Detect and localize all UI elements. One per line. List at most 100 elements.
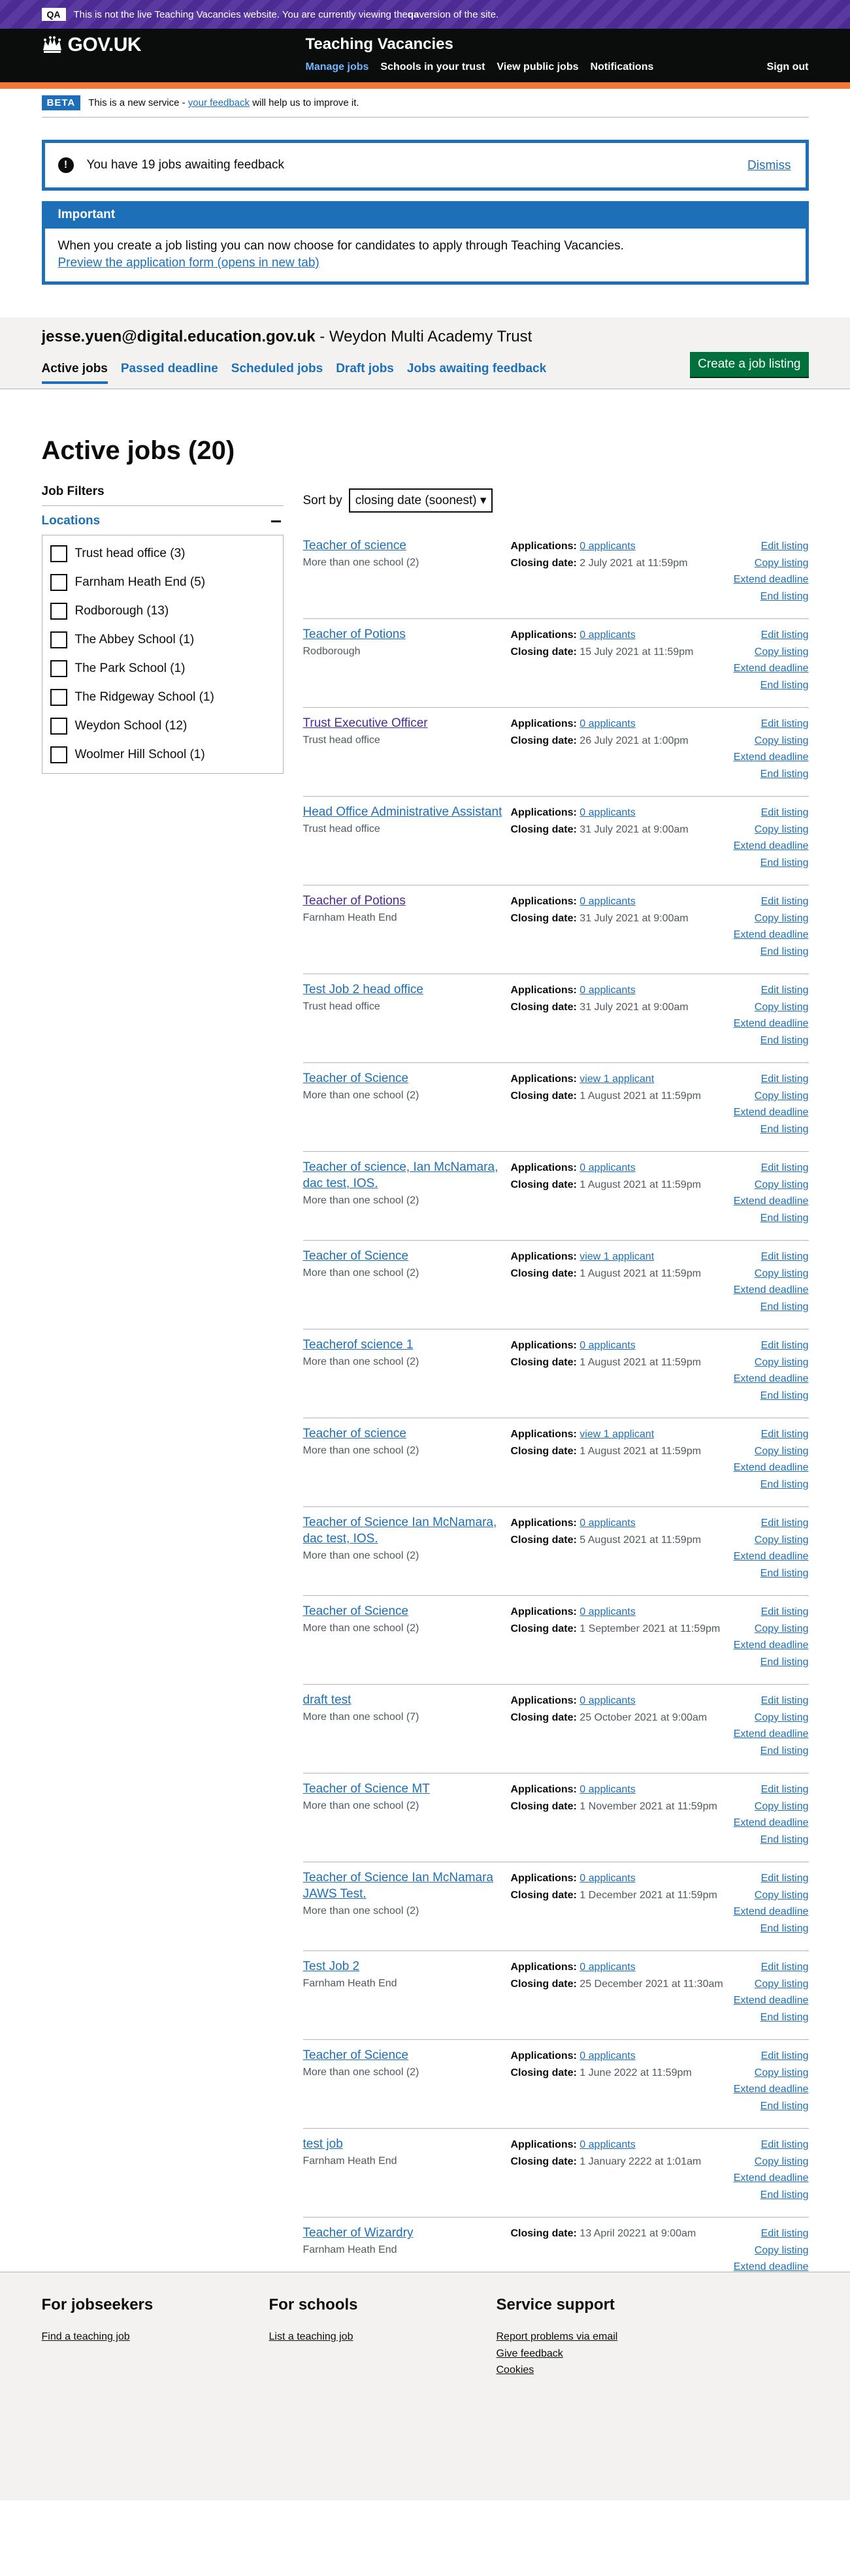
edit-listing-link[interactable]: Edit listing — [734, 1870, 809, 1887]
end-listing-link[interactable]: End listing — [734, 766, 809, 783]
end-listing-link[interactable]: End listing — [734, 677, 809, 694]
edit-listing-link[interactable]: Edit listing — [734, 804, 809, 821]
extend-deadline-link[interactable]: Extend deadline — [734, 1726, 809, 1743]
job-title-link[interactable]: Teacher of science — [303, 1427, 406, 1440]
location-filter-item[interactable]: Rodborough (13) — [50, 597, 275, 626]
applicants-link[interactable]: 0 applicants — [580, 1606, 635, 1617]
extend-deadline-link[interactable]: Extend deadline — [734, 2081, 809, 2098]
extend-deadline-link[interactable]: Extend deadline — [734, 1903, 809, 1920]
locations-toggle[interactable]: Locations — [42, 514, 284, 528]
footer-link[interactable]: List a teaching job — [269, 2329, 358, 2345]
nav-view-public-jobs[interactable]: View public jobs — [497, 61, 578, 73]
copy-listing-link[interactable]: Copy listing — [734, 910, 809, 927]
extend-deadline-link[interactable]: Extend deadline — [734, 1282, 809, 1299]
nav-manage-jobs[interactable]: Manage jobs — [306, 61, 369, 73]
end-listing-link[interactable]: End listing — [734, 1476, 809, 1493]
end-listing-link[interactable]: End listing — [734, 1210, 809, 1227]
copy-listing-link[interactable]: Copy listing — [734, 2242, 809, 2259]
edit-listing-link[interactable]: Edit listing — [734, 1071, 809, 1088]
applicants-link[interactable]: view 1 applicant — [580, 1073, 654, 1085]
copy-listing-link[interactable]: Copy listing — [734, 555, 809, 572]
end-listing-link[interactable]: End listing — [734, 1832, 809, 1849]
job-title-link[interactable]: draft test — [303, 1693, 351, 1707]
end-listing-link[interactable]: End listing — [734, 588, 809, 605]
extend-deadline-link[interactable]: Extend deadline — [734, 1815, 809, 1832]
applicants-link[interactable]: 0 applicants — [580, 1340, 635, 1351]
copy-listing-link[interactable]: Copy listing — [734, 1798, 809, 1815]
applicants-link[interactable]: 0 applicants — [580, 629, 635, 641]
copy-listing-link[interactable]: Copy listing — [734, 733, 809, 750]
location-filter-item[interactable]: Trust head office (3) — [50, 539, 275, 568]
end-listing-link[interactable]: End listing — [734, 1299, 809, 1316]
copy-listing-link[interactable]: Copy listing — [734, 821, 809, 838]
nav-schools-in-trust[interactable]: Schools in your trust — [380, 61, 485, 73]
extend-deadline-link[interactable]: Extend deadline — [734, 2170, 809, 2187]
applicants-link[interactable]: 0 applicants — [580, 807, 635, 818]
footer-link[interactable]: Give feedback — [497, 2345, 618, 2362]
service-name[interactable]: Teaching Vacancies — [306, 35, 453, 54]
job-title-link[interactable]: Test Job 2 head office — [303, 983, 424, 996]
edit-listing-link[interactable]: Edit listing — [734, 538, 809, 555]
location-checkbox[interactable] — [50, 545, 67, 563]
footer-link[interactable]: Find a teaching job — [42, 2329, 154, 2345]
collapse-minus-icon[interactable] — [270, 520, 281, 522]
copy-listing-link[interactable]: Copy listing — [734, 1354, 809, 1371]
extend-deadline-link[interactable]: Extend deadline — [734, 927, 809, 944]
end-listing-link[interactable]: End listing — [734, 2187, 809, 2204]
extend-deadline-link[interactable]: Extend deadline — [734, 1548, 809, 1565]
end-listing-link[interactable]: End listing — [734, 1743, 809, 1760]
tab-draft-jobs[interactable]: Draft jobs — [336, 362, 394, 384]
tab-passed-deadline[interactable]: Passed deadline — [121, 362, 218, 384]
copy-listing-link[interactable]: Copy listing — [734, 1621, 809, 1638]
location-checkbox[interactable] — [50, 574, 67, 592]
edit-listing-link[interactable]: Edit listing — [734, 716, 809, 733]
extend-deadline-link[interactable]: Extend deadline — [734, 1459, 809, 1476]
location-checkbox[interactable] — [50, 718, 67, 735]
extend-deadline-link[interactable]: Extend deadline — [734, 749, 809, 766]
applicants-link[interactable]: 0 applicants — [580, 1873, 635, 1884]
dismiss-link[interactable]: Dismiss — [747, 159, 791, 173]
copy-listing-link[interactable]: Copy listing — [734, 1976, 809, 1993]
end-listing-link[interactable]: End listing — [734, 1388, 809, 1405]
edit-listing-link[interactable]: Edit listing — [734, 627, 809, 644]
locations-label[interactable]: Locations — [42, 514, 101, 528]
applicants-link[interactable]: 0 applicants — [580, 1162, 635, 1173]
footer-link[interactable]: Report problems via email — [497, 2329, 618, 2345]
copy-listing-link[interactable]: Copy listing — [734, 2065, 809, 2082]
location-filter-item[interactable]: The Ridgeway School (1) — [50, 683, 275, 712]
extend-deadline-link[interactable]: Extend deadline — [734, 838, 809, 855]
edit-listing-link[interactable]: Edit listing — [734, 1337, 809, 1354]
tab-active-jobs[interactable]: Active jobs — [41, 362, 108, 385]
edit-listing-link[interactable]: Edit listing — [734, 1426, 809, 1443]
location-filter-item[interactable]: Weydon School (12) — [50, 712, 275, 740]
applicants-link[interactable]: view 1 applicant — [580, 1429, 654, 1440]
copy-listing-link[interactable]: Copy listing — [734, 1265, 809, 1282]
location-checkbox[interactable] — [50, 746, 67, 764]
job-title-link[interactable]: Teacher of science — [303, 539, 406, 552]
edit-listing-link[interactable]: Edit listing — [734, 1515, 809, 1532]
job-title-link[interactable]: Teacher of Science — [303, 1604, 409, 1618]
edit-listing-link[interactable]: Edit listing — [734, 1959, 809, 1976]
copy-listing-link[interactable]: Copy listing — [734, 999, 809, 1016]
job-title-link[interactable]: Teacher of Science — [303, 2048, 409, 2062]
end-listing-link[interactable]: End listing — [734, 855, 809, 872]
copy-listing-link[interactable]: Copy listing — [734, 1532, 809, 1549]
nav-notifications[interactable]: Notifications — [590, 61, 653, 73]
job-title-link[interactable]: Teacher of science, Ian McNamara, dac te… — [303, 1160, 499, 1190]
applicants-link[interactable]: 0 applicants — [580, 896, 635, 907]
job-title-link[interactable]: Teacher of Science MT — [303, 1782, 430, 1796]
edit-listing-link[interactable]: Edit listing — [734, 1604, 809, 1621]
edit-listing-link[interactable]: Edit listing — [734, 893, 809, 910]
applicants-link[interactable]: 0 applicants — [580, 1695, 635, 1706]
applicants-link[interactable]: 0 applicants — [580, 1784, 635, 1795]
applicants-link[interactable]: view 1 applicant — [580, 1251, 654, 1262]
location-checkbox[interactable] — [50, 689, 67, 707]
copy-listing-link[interactable]: Copy listing — [734, 1088, 809, 1105]
job-title-link[interactable]: Teacher of Potions — [303, 894, 406, 908]
end-listing-link[interactable]: End listing — [734, 1032, 809, 1049]
applicants-link[interactable]: 0 applicants — [580, 1962, 635, 1973]
job-title-link[interactable]: Teacher of Wizardry — [303, 2226, 414, 2240]
end-listing-link[interactable]: End listing — [734, 944, 809, 961]
sort-select[interactable]: closing date (soonest) ▾ — [348, 488, 493, 513]
extend-deadline-link[interactable]: Extend deadline — [734, 1371, 809, 1388]
